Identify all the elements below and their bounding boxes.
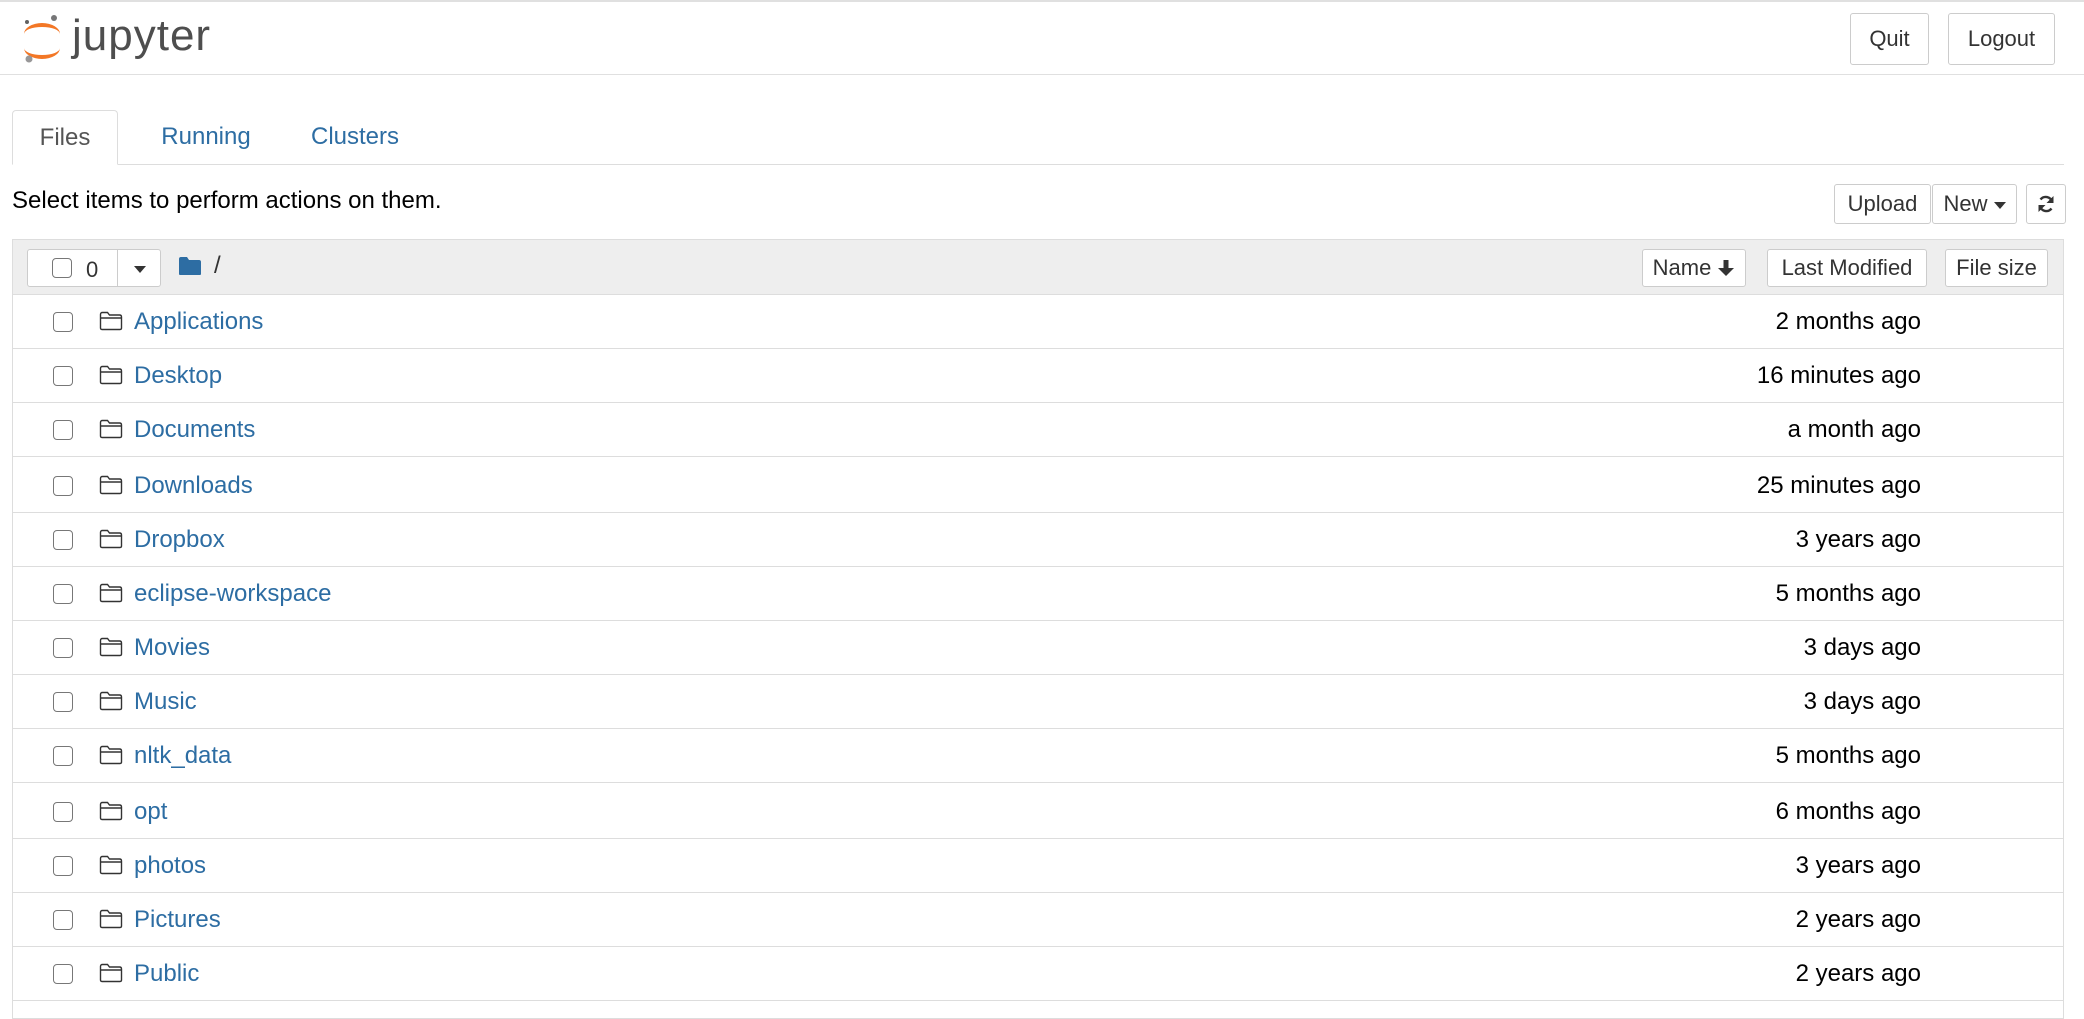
file-name-link[interactable]: Dropbox	[134, 526, 225, 554]
last-modified: 3 days ago	[1803, 688, 1921, 715]
row-checkbox[interactable]	[53, 420, 73, 440]
file-name-link[interactable]: opt	[134, 798, 167, 826]
row-checkbox[interactable]	[53, 910, 73, 930]
file-row[interactable]: Desktop 16 minutes ago	[13, 349, 2063, 403]
sort-size-button[interactable]: File size	[1945, 249, 2048, 287]
sort-name-button[interactable]: Name	[1642, 249, 1746, 287]
file-name-link[interactable]: Documents	[134, 416, 255, 444]
folder-icon	[99, 745, 123, 770]
arrow-down-icon	[1718, 260, 1735, 276]
file-row[interactable]: Applications 2 months ago	[13, 295, 2063, 349]
selected-count: 0	[86, 257, 99, 282]
file-row[interactable]: Downloads 25 minutes ago	[13, 459, 2063, 513]
upload-button[interactable]: Upload	[1834, 184, 1931, 224]
folder-icon	[99, 909, 123, 934]
file-name-link[interactable]: Applications	[134, 308, 263, 336]
file-row[interactable]: eclipse-workspace 5 months ago	[13, 567, 2063, 621]
file-row[interactable]: nltk_data 5 months ago	[13, 729, 2063, 783]
file-row[interactable]: Pictures 2 years ago	[13, 893, 2063, 947]
folder-icon	[99, 365, 123, 390]
jupyter-logo[interactable]: jupyter	[20, 11, 212, 64]
last-modified: 3 years ago	[1795, 526, 1921, 553]
file-name-link[interactable]: Movies	[134, 634, 210, 662]
breadcrumb-root[interactable]: /	[214, 252, 221, 280]
select-all-checkbox[interactable]	[52, 258, 72, 278]
folder-icon	[99, 637, 123, 662]
last-modified: 3 years ago	[1795, 852, 1921, 879]
last-modified: 2 years ago	[1795, 960, 1921, 987]
file-name-link[interactable]: eclipse-workspace	[134, 580, 331, 608]
folder-icon	[99, 419, 123, 444]
file-name-link[interactable]: Desktop	[134, 362, 222, 390]
last-modified: 25 minutes ago	[1756, 472, 1921, 499]
row-checkbox[interactable]	[53, 530, 73, 550]
file-name-link[interactable]: Pictures	[134, 906, 221, 934]
file-name-link[interactable]: Downloads	[134, 472, 253, 500]
last-modified: 2 months ago	[1775, 308, 1921, 335]
file-row[interactable]: Dropbox 3 years ago	[13, 513, 2063, 567]
last-modified: a month ago	[1787, 416, 1921, 443]
row-checkbox[interactable]	[53, 584, 73, 604]
row-checkbox[interactable]	[53, 638, 73, 658]
file-row[interactable]: Documents a month ago	[13, 403, 2063, 457]
sort-name-label: Name	[1652, 255, 1712, 280]
breadcrumb: /	[178, 252, 221, 280]
last-modified: 6 months ago	[1775, 798, 1921, 825]
file-name-link[interactable]: photos	[134, 852, 206, 880]
row-checkbox[interactable]	[53, 692, 73, 712]
folder-icon	[99, 801, 123, 826]
file-row[interactable]: photos 3 years ago	[13, 839, 2063, 893]
refresh-icon	[2038, 195, 2054, 213]
instructions-text: Select items to perform actions on them.	[12, 187, 442, 214]
new-dropdown-button[interactable]: New	[1932, 184, 2017, 224]
quit-button[interactable]: Quit	[1850, 13, 1929, 65]
file-name-link[interactable]: nltk_data	[134, 742, 231, 770]
new-button-label: New	[1943, 191, 1988, 216]
file-list-header: 0 / Name Last Modified File size	[13, 240, 2063, 295]
last-modified: 5 months ago	[1775, 580, 1921, 607]
row-checkbox[interactable]	[53, 312, 73, 332]
logout-button[interactable]: Logout	[1948, 13, 2055, 65]
tab-clusters[interactable]: Clusters	[296, 110, 414, 164]
file-list: 0 / Name Last Modified File size Applica…	[12, 239, 2064, 1019]
folder-icon	[99, 583, 123, 608]
folder-icon	[99, 855, 123, 880]
tab-running[interactable]: Running	[138, 110, 274, 164]
caret-down-icon	[1993, 202, 2006, 209]
row-checkbox[interactable]	[53, 964, 73, 984]
folder-icon	[99, 691, 123, 716]
last-modified: 5 months ago	[1775, 742, 1921, 769]
row-checkbox[interactable]	[53, 746, 73, 766]
folder-icon	[99, 529, 123, 554]
select-dropdown-button[interactable]	[117, 250, 162, 286]
file-row[interactable]: opt 6 months ago	[13, 785, 2063, 839]
last-modified: 3 days ago	[1803, 634, 1921, 661]
row-checkbox[interactable]	[53, 366, 73, 386]
top-header: jupyter Quit Logout	[0, 0, 2084, 75]
caret-down-icon	[134, 266, 146, 273]
last-modified: 2 years ago	[1795, 906, 1921, 933]
row-checkbox[interactable]	[53, 476, 73, 496]
folder-open-icon[interactable]	[178, 256, 202, 276]
jupyter-logo-icon	[24, 15, 60, 63]
file-name-link[interactable]: Public	[134, 960, 199, 988]
last-modified: 16 minutes ago	[1756, 362, 1921, 389]
sort-modified-button[interactable]: Last Modified	[1767, 249, 1927, 287]
file-row[interactable]: Movies 3 days ago	[13, 621, 2063, 675]
row-checkbox[interactable]	[53, 802, 73, 822]
file-row[interactable]: Music 3 days ago	[13, 675, 2063, 729]
tab-bar: Files Running Clusters	[12, 110, 2064, 165]
row-checkbox[interactable]	[53, 856, 73, 876]
folder-icon	[99, 311, 123, 336]
file-name-link[interactable]: Music	[134, 688, 197, 716]
file-row[interactable]: Public 2 years ago	[13, 947, 2063, 1001]
refresh-button[interactable]	[2026, 184, 2066, 224]
folder-icon	[99, 475, 123, 500]
select-all-group: 0	[27, 249, 161, 287]
folder-icon	[99, 963, 123, 988]
tab-files[interactable]: Files	[12, 110, 118, 165]
logo-wordmark: jupyter	[72, 11, 212, 60]
